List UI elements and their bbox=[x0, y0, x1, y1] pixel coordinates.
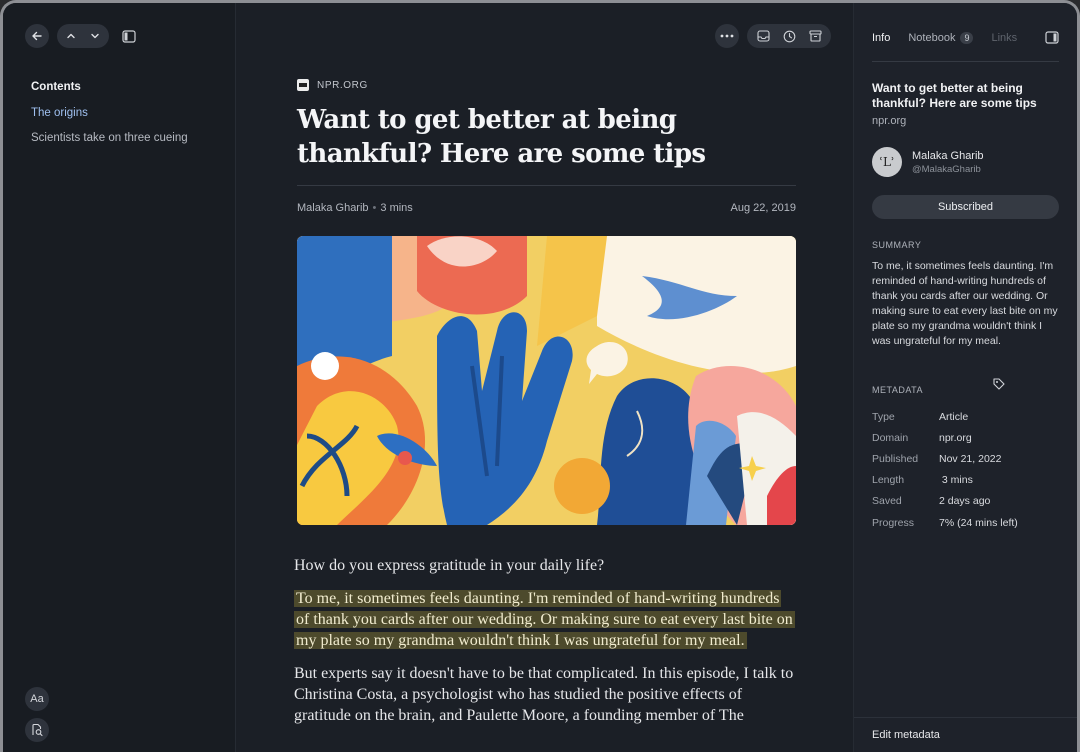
npr-favicon-icon bbox=[297, 79, 309, 91]
article-body: How do you express gratitude in your dai… bbox=[294, 555, 796, 726]
tab-notebook-label: Notebook bbox=[908, 31, 956, 44]
panel-tabs: Info Notebook 9 Links bbox=[872, 31, 1059, 44]
tab-notebook[interactable]: Notebook 9 bbox=[908, 31, 974, 44]
arrow-left-icon bbox=[32, 31, 42, 41]
summary-heading: SUMMARY bbox=[872, 240, 922, 250]
highlighted-paragraph[interactable]: To me, it sometimes feels daunting. I'm … bbox=[294, 588, 796, 651]
author-handle: @MalakaGharib bbox=[912, 163, 981, 175]
tab-info[interactable]: Info bbox=[872, 32, 890, 44]
title-divider bbox=[297, 185, 796, 186]
notebook-count-badge: 9 bbox=[960, 31, 974, 44]
metadata-row-length: Length 3 mins bbox=[872, 474, 973, 487]
toc-item-the-origins[interactable]: The origins bbox=[31, 107, 188, 119]
source-label: NPR.ORG bbox=[317, 79, 368, 91]
sidebar-right-icon bbox=[1045, 31, 1059, 44]
inbox-icon bbox=[756, 30, 770, 42]
toggle-panel-button[interactable] bbox=[1045, 31, 1059, 44]
font-settings-button[interactable]: Aa bbox=[25, 687, 49, 711]
metadata-heading: METADATA bbox=[872, 385, 923, 395]
author-name: Malaka Gharib bbox=[297, 202, 369, 214]
toc-item-scientists[interactable]: Scientists take on three cueing bbox=[31, 132, 188, 144]
more-horizontal-icon bbox=[720, 34, 734, 38]
avatar: ʿLʾ bbox=[872, 147, 902, 177]
highlight[interactable]: To me, it sometimes feels daunting. I'm … bbox=[294, 590, 795, 649]
next-item-button[interactable] bbox=[85, 26, 105, 46]
tabs-divider bbox=[872, 61, 1059, 62]
navigation-toolbar bbox=[25, 24, 141, 48]
article-source: NPR.ORG bbox=[297, 79, 796, 91]
move-to-inbox-button[interactable] bbox=[753, 26, 773, 46]
clock-icon bbox=[783, 30, 795, 42]
more-options-button[interactable] bbox=[715, 24, 739, 48]
reader-toolbar bbox=[715, 24, 831, 48]
publish-date: Aug 22, 2019 bbox=[730, 202, 796, 214]
tab-links[interactable]: Links bbox=[991, 32, 1017, 44]
article-paragraph: How do you express gratitude in your dai… bbox=[294, 557, 605, 574]
footer-divider bbox=[854, 717, 1077, 718]
archive-icon bbox=[808, 30, 822, 42]
metadata-row-saved: Saved 2 days ago bbox=[872, 495, 991, 508]
device-frame: Contents The origins Scientists take on … bbox=[0, 0, 1080, 752]
contents-heading: Contents bbox=[31, 81, 81, 93]
contents-sidebar: Contents The origins Scientists take on … bbox=[3, 3, 236, 752]
article: NPR.ORG Want to get better at being than… bbox=[294, 79, 796, 738]
read-time: 3 mins bbox=[380, 202, 413, 214]
archive-button[interactable] bbox=[805, 26, 825, 46]
search-button[interactable] bbox=[25, 718, 49, 742]
hero-illustration bbox=[297, 236, 796, 525]
author-and-length: Malaka Gharib • 3 mins bbox=[297, 202, 413, 214]
sidebar-left-icon bbox=[122, 29, 136, 43]
chevron-up-icon bbox=[67, 33, 75, 39]
reader-pane: NPR.ORG Want to get better at being than… bbox=[236, 3, 853, 752]
sidebar-bottom-tools: Aa bbox=[25, 687, 49, 742]
metadata-row-type: Type Article bbox=[872, 410, 969, 423]
edit-metadata-button[interactable]: Edit metadata bbox=[872, 729, 940, 741]
metadata-row-domain: Domain npr.org bbox=[872, 431, 972, 444]
table-of-contents: Contents The origins Scientists take on … bbox=[31, 81, 188, 157]
subscribed-button[interactable]: Subscribed bbox=[872, 195, 1059, 219]
byline: Malaka Gharib • 3 mins Aug 22, 2019 bbox=[297, 202, 796, 214]
toggle-sidebar-button[interactable] bbox=[117, 24, 141, 48]
prev-next-group bbox=[57, 24, 109, 48]
reader-window: Contents The origins Scientists take on … bbox=[3, 3, 1077, 752]
chevron-down-icon bbox=[91, 33, 99, 39]
tag-cursor-icon bbox=[992, 377, 1006, 391]
metadata-table: Type Article Domain npr.org Published Nov 2… bbox=[872, 406, 1062, 533]
previous-item-button[interactable] bbox=[61, 26, 81, 46]
metadata-row-published: Published Nov 21, 2022 bbox=[872, 452, 1002, 465]
document-title: Want to get better at being thankful? He… bbox=[872, 81, 1037, 110]
metadata-row-progress: Progress 7% (24 mins left) bbox=[872, 516, 1018, 529]
author-card: ʿLʾ Malaka Gharib @MalakaGharib bbox=[872, 147, 984, 177]
search-document-icon bbox=[32, 723, 43, 737]
info-panel: Info Notebook 9 Links Want to get better… bbox=[853, 3, 1077, 752]
article-title: Want to get better at being thankful? He… bbox=[297, 105, 706, 169]
summary-text: To me, it sometimes feels daunting. I'm … bbox=[872, 260, 1058, 347]
document-domain: npr.org bbox=[872, 115, 907, 127]
article-paragraph: But experts say it doesn't have to be th… bbox=[294, 665, 794, 724]
author-name: Malaka Gharib bbox=[912, 149, 984, 162]
read-later-button[interactable] bbox=[779, 26, 799, 46]
triage-actions-group bbox=[747, 24, 831, 48]
back-button[interactable] bbox=[25, 24, 49, 48]
